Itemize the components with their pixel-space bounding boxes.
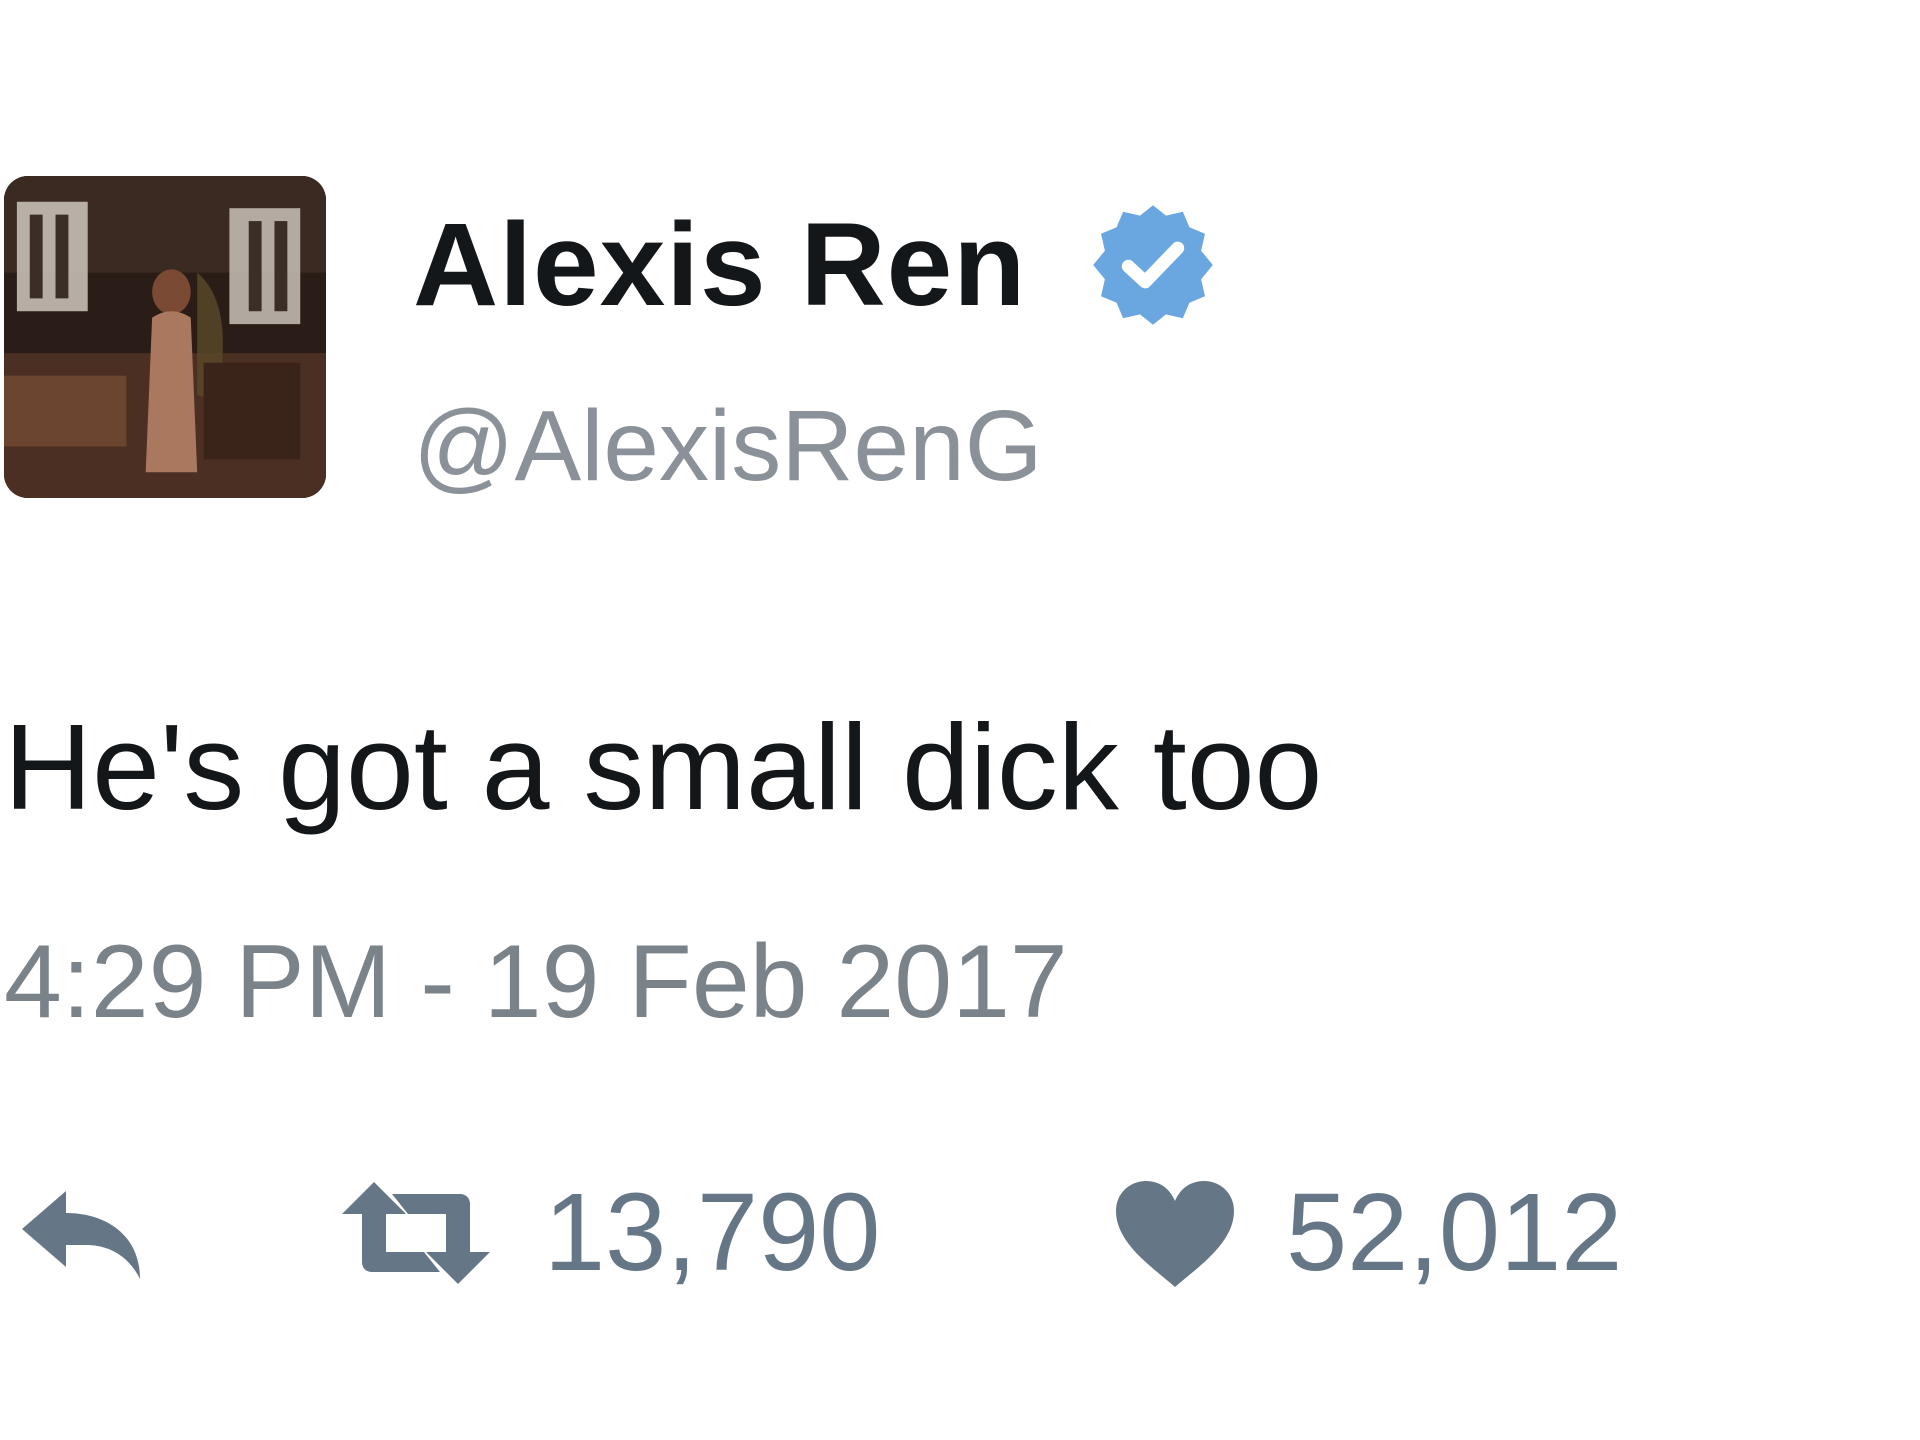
like-button[interactable]: 52,012	[1112, 1168, 1622, 1298]
author-row: Alexis Ren	[413, 200, 1218, 330]
heart-icon	[1112, 1177, 1238, 1289]
verified-badge-icon	[1088, 200, 1218, 330]
retweet-count: 13,790	[544, 1171, 881, 1294]
tweet-text: He's got a small dick too	[4, 699, 1323, 835]
tweet-card: Alexis Ren @AlexisRenG He's got a small …	[0, 0, 1920, 1440]
reply-icon	[16, 1183, 146, 1283]
tweet-timestamp[interactable]: 4:29 PM - 19 Feb 2017	[4, 930, 1068, 1034]
retweet-button[interactable]: 13,790	[336, 1168, 880, 1298]
like-count: 52,012	[1286, 1171, 1623, 1294]
avatar-photo	[4, 176, 326, 498]
tweet-actions: 13,790 52,012	[0, 1168, 1920, 1298]
reply-button[interactable]	[16, 1168, 146, 1298]
user-handle[interactable]: @AlexisRenG	[413, 396, 1043, 496]
avatar[interactable]	[4, 176, 326, 498]
retweet-icon	[336, 1178, 496, 1288]
display-name[interactable]: Alexis Ren	[413, 206, 1026, 324]
